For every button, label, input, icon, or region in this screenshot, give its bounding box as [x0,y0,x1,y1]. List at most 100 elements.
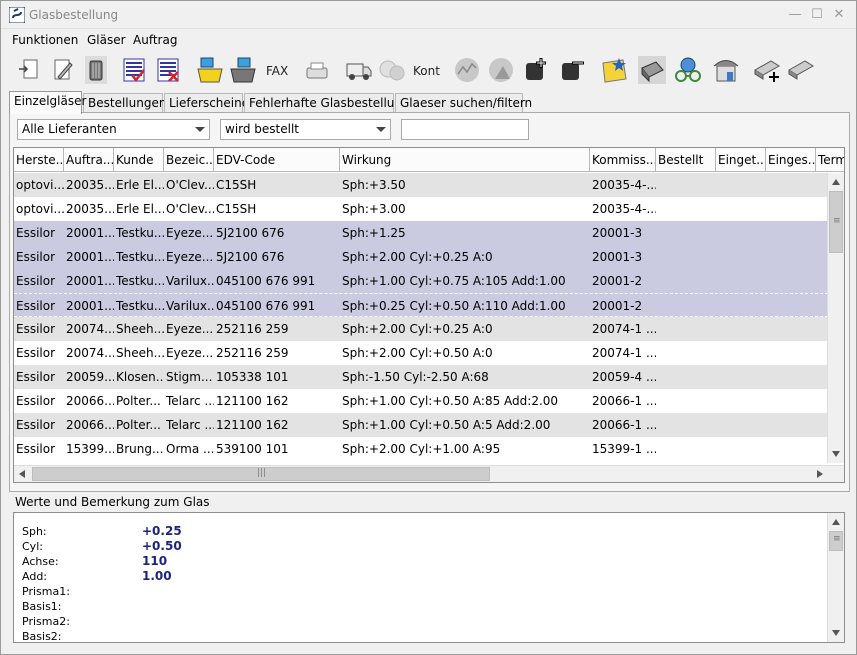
cell-wirkung: Sph:+2.00 Cyl:+0.50 A:0 [342,346,493,360]
details-scrollbar[interactable]: ≡ [827,513,844,642]
chevron-down-icon [376,127,386,132]
cell-edv-code: 252116 259 [216,346,289,360]
scroll-up-icon[interactable] [832,179,840,185]
column-header-termin[interactable]: Term [816,148,844,172]
triangle-shape-icon[interactable] [486,55,516,85]
cell-eingesetzt [766,413,816,437]
list-delete-icon[interactable] [153,55,183,85]
column-header-bezeichnung[interactable]: Bezeic... [164,148,214,172]
cell-bestellt [656,294,716,318]
cell-wirkung: Sph:-1.50 Cyl:-2.50 A:68 [342,370,489,384]
scroll-down-icon[interactable] [832,451,840,457]
table-row[interactable]: optovi... 20035... Erle El... O'Clev... C15S… [14,173,828,197]
cell-bestellt [656,341,716,365]
cell-auftrag: 15399... [66,442,114,456]
table-row[interactable]: Essilor 20066... Polter... Telarc ... 121100… [14,389,828,413]
cell-bestellt [656,413,716,437]
table-row[interactable]: Essilor 20066... Polter... Telarc ... 121100… [14,413,828,437]
cell-hersteller: Essilor [16,250,56,264]
cell-kunde: Sheeh... [116,322,164,336]
trash-icon[interactable] [81,55,111,85]
cell-bestellt [656,173,716,197]
supplier-select[interactable]: Alle Lieferanten [17,119,210,140]
basket-order-icon[interactable] [195,55,225,85]
fax-button[interactable]: FAX [266,64,288,78]
detail-label: Sph: [22,525,47,538]
column-header-auftrag[interactable]: Auftra... [64,148,114,172]
edit-icon[interactable] [48,55,78,85]
vertical-scroll-thumb[interactable]: ≡ [829,191,843,253]
details-scroll-thumb[interactable]: ≡ [829,531,843,551]
column-header-kunde[interactable]: Kunde [114,148,164,172]
minimize-icon[interactable]: — [785,6,805,24]
glass-order-table: Herste... Auftra... Kunde Bezeic... EDV-Code… [13,147,845,483]
tab-glaeser-suchen[interactable]: Glaeser suchen/filtern [395,93,532,113]
table-row[interactable]: Essilor 20001... Testku... Eyeze... 5J2100 6… [14,221,828,245]
column-header-kommission[interactable]: Kommiss... [590,148,656,172]
column-header-eingetroffen[interactable]: Einget... [716,148,766,172]
table-row[interactable]: Essilor 20059... Klosen... Stigm... 105338 1… [14,365,828,389]
curve-chart-icon[interactable] [452,55,482,85]
scanner-icon[interactable] [786,55,816,85]
cell-kommission: 20074-1 ... [592,322,656,336]
cell-hersteller: optovi... [16,202,64,216]
cell-wirkung: Sph:+1.00 Cyl:+0.75 A:105 Add:1.00 [342,274,566,288]
tab-lieferscheine[interactable]: Lieferscheine [164,93,249,113]
horizontal-scroll-thumb[interactable]: ||| [32,467,490,481]
search-input[interactable] [401,119,529,140]
delivery-van-icon[interactable] [344,55,374,85]
detail-value: 110 [142,554,168,568]
status-select[interactable]: wird bestellt [220,119,391,140]
scroll-down-icon[interactable] [832,630,840,636]
column-header-eingesetzt[interactable]: Einges... [766,148,816,172]
vertical-scrollbar[interactable]: ≡ [827,173,844,463]
table-row[interactable]: Essilor 20001... Testku... Varilux... 045100… [14,293,828,317]
menu-glaeser[interactable]: Gläser [87,33,126,47]
glasses-globe-icon[interactable] [673,55,703,85]
tab-bestellungen[interactable]: Bestellungen [83,93,166,113]
tab-fehlerhafte-glasbestellung[interactable]: Fehlerhafte Glasbestellung [244,93,410,113]
cell-eingesetzt [766,197,816,221]
cell-kommission: 20059-4 ... [592,370,656,384]
table-row[interactable]: Essilor 15399... Brung... Orma ... 539100 10… [14,437,828,461]
cash-register-icon[interactable] [637,55,667,85]
scroll-left-icon[interactable] [19,470,25,478]
cell-auftrag: 20001... [66,250,114,264]
add-glass-icon[interactable] [523,55,553,85]
cell-eingesetzt [766,294,816,318]
basket-send-icon[interactable] [228,55,258,85]
horizontal-scrollbar[interactable]: ||| [14,465,844,482]
shop-building-icon[interactable] [711,55,741,85]
cell-bestellt [656,221,716,245]
table-row[interactable]: Essilor 20001... Testku... Eyeze... 5J2100 6… [14,245,828,269]
table-row[interactable]: Essilor 20074... Sheeh... Eyeze... 252116 25… [14,341,828,365]
cell-auftrag: 20059... [66,370,114,384]
close-icon[interactable]: ✕ [829,6,849,24]
list-check-icon[interactable] [119,55,149,85]
cell-hersteller: Essilor [16,418,56,432]
cell-auftrag: 20074... [66,322,114,336]
cell-wirkung: Sph:+2.00 Cyl:+0.25 A:0 [342,250,493,264]
menu-funktionen[interactable]: Funktionen [12,33,78,47]
scanner-add-icon[interactable] [752,55,782,85]
table-row[interactable]: Essilor 20074... Sheeh... Eyeze... 252116 25… [14,317,828,341]
column-header-wirkung[interactable]: Wirkung [340,148,590,172]
favorite-icon[interactable] [599,55,629,85]
column-header-bestellt[interactable]: Bestellt [656,148,716,172]
printer-icon[interactable] [302,55,332,85]
kont-button[interactable]: Kont [413,64,440,78]
cell-kunde: Testku... [116,226,164,240]
scroll-up-icon[interactable] [832,519,840,525]
table-row[interactable]: Essilor 20001... Testku... Varilux... 045100… [14,269,828,293]
remove-glass-icon[interactable] [559,55,589,85]
menu-auftrag[interactable]: Auftrag [133,33,177,47]
column-header-edv-code[interactable]: EDV-Code [214,148,340,172]
cell-kunde: Erle El... [116,178,164,192]
maximize-icon[interactable]: ☐ [807,6,827,24]
column-header-hersteller[interactable]: Herste... [14,148,64,172]
import-icon[interactable] [15,55,45,85]
tab-einzelglaeser[interactable]: Einzelgläser [9,91,86,114]
table-row[interactable]: optovi... 20035... Erle El... O'Clev... C15S… [14,197,828,221]
scroll-right-icon[interactable] [817,470,823,478]
disc-icon[interactable] [377,55,407,85]
